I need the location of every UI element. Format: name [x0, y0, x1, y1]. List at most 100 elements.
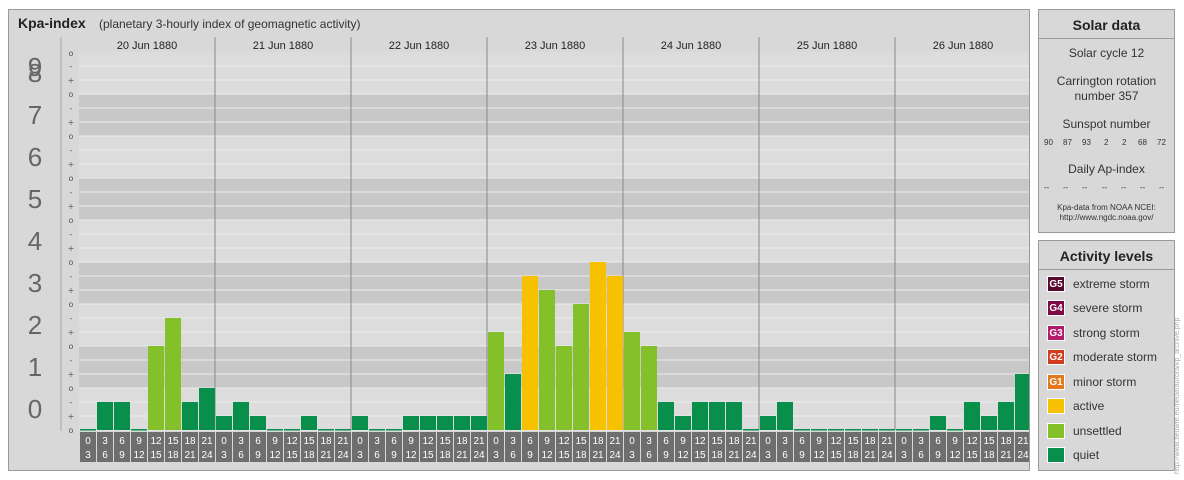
kp-bar [896, 429, 912, 431]
interval-end-label: 24 [745, 450, 757, 461]
solar-data-panel: Solar data Solar cycle 12 Carrington rot… [1038, 9, 1175, 233]
kp-bar [947, 429, 963, 431]
data-source-link[interactable]: http://www.ngdc.noaa.gov/ [1039, 213, 1174, 223]
interval-end-label: 18 [983, 450, 995, 461]
kp-bar [199, 388, 215, 430]
interval-end-label: 3 [357, 450, 363, 461]
interval-start-label: 21 [201, 436, 213, 447]
ap-index-value: -- [1102, 183, 1108, 192]
interval-end-label: 12 [949, 450, 961, 461]
interval-start-label: 18 [864, 436, 876, 447]
kpa-chart: 0123456789o+-o+-o+-o+-o+-o+-o+-o+-o+-o20… [28, 37, 1029, 462]
kpa-chart-panel: Kpa-index (planetary 3-hourly index of g… [8, 9, 1030, 471]
chart-title: Kpa-index [18, 15, 86, 31]
interval-start-label: 0 [493, 436, 499, 447]
kp-sub-tick: o [69, 49, 74, 58]
kp-bar [726, 401, 742, 430]
interval-start-label: 6 [663, 436, 669, 447]
kp-bar [590, 262, 606, 430]
interval-end-label: 3 [629, 450, 635, 461]
kp-bar [369, 429, 385, 431]
interval-end-label: 15 [694, 450, 706, 461]
interval-start-label: 0 [765, 436, 771, 447]
interval-end-label: 24 [881, 450, 893, 461]
legend-label: extreme storm [1073, 277, 1150, 291]
interval-start-label: 3 [510, 436, 516, 447]
ap-index-value: -- [1140, 183, 1146, 192]
kp-bar [216, 416, 232, 430]
kp-sub-tick: o [69, 342, 74, 351]
interval-end-label: 6 [238, 450, 244, 461]
interval-end-label: 15 [150, 450, 162, 461]
kp-bar [318, 429, 334, 431]
interval-end-label: 9 [119, 450, 125, 461]
interval-start-label: 9 [680, 436, 686, 447]
kp-bar [420, 416, 436, 430]
active-swatch [1047, 398, 1065, 414]
legend-label: moderate storm [1073, 350, 1158, 364]
interval-end-label: 12 [405, 450, 417, 461]
solar-cycle: Solar cycle 12 [1068, 46, 1145, 60]
solar-data-title: Solar data [1072, 17, 1141, 33]
interval-end-label: 12 [269, 450, 281, 461]
interval-end-label: 18 [303, 450, 315, 461]
interval-end-label: 24 [1017, 450, 1029, 461]
carrington-rotation-line2: number 357 [1074, 89, 1139, 103]
interval-end-label: 9 [663, 450, 669, 461]
kp-bar [284, 429, 300, 431]
interval-start-label: 12 [966, 436, 978, 447]
interval-end-label: 9 [255, 450, 261, 461]
interval-start-label: 3 [782, 436, 788, 447]
interval-start-label: 0 [85, 436, 91, 447]
y-tick-label: 6 [28, 142, 42, 172]
interval-end-label: 21 [592, 450, 604, 461]
sunspot-value: 2 [1122, 138, 1127, 147]
kp-sub-tick: - [70, 356, 73, 365]
day-label: 24 Jun 1880 [661, 40, 722, 52]
kp-sub-tick: - [70, 314, 73, 323]
day-label: 23 Jun 1880 [525, 40, 586, 52]
kp-bar [471, 416, 487, 430]
day-label: 20 Jun 1880 [117, 40, 178, 52]
interval-start-label: 12 [422, 436, 434, 447]
ap-index-value: -- [1159, 183, 1165, 192]
sunspot-values: 90 87 93 2 2 68 72 [1039, 138, 1176, 150]
kp-sub-tick: o [69, 300, 74, 309]
kp-bar [301, 416, 317, 430]
interval-end-label: 18 [439, 450, 451, 461]
interval-end-label: 3 [221, 450, 227, 461]
kp-sub-tick: - [70, 62, 73, 71]
interval-start-label: 9 [136, 436, 142, 447]
kp-bar [522, 275, 538, 430]
kp-bar [505, 374, 521, 430]
interval-start-label: 15 [439, 436, 451, 447]
kp-sub-tick: - [70, 188, 73, 197]
interval-start-label: 15 [167, 436, 179, 447]
activity-levels-panel: Activity levels G5 extreme storm G4 seve… [1038, 240, 1175, 471]
kp-bar [335, 429, 351, 431]
interval-start-label: 21 [609, 436, 621, 447]
kp-bar [267, 429, 283, 431]
legend-label: unsettled [1073, 424, 1122, 438]
y-tick-label: 1 [28, 352, 42, 382]
kp-band [79, 136, 1029, 178]
interval-end-label: 6 [374, 450, 380, 461]
kp-bar [709, 401, 725, 430]
interval-start-label: 6 [255, 436, 261, 447]
y-tick-label: 3 [28, 268, 42, 298]
ap-index-value: -- [1063, 183, 1069, 192]
ap-index-label: Daily Ap-index [1068, 162, 1145, 176]
sunspot-value: 93 [1082, 138, 1091, 147]
interval-start-label: 9 [272, 436, 278, 447]
interval-end-label: 12 [541, 450, 553, 461]
chart-subtitle: (planetary 3-hourly index of geomagnetic… [99, 17, 361, 31]
y-tick-label: 5 [28, 184, 42, 214]
g1-badge: G1 [1047, 374, 1065, 390]
kp-bar [930, 416, 946, 430]
interval-start-label: 15 [711, 436, 723, 447]
interval-start-label: 3 [374, 436, 380, 447]
kp-bar [879, 429, 895, 431]
interval-end-label: 18 [167, 450, 179, 461]
interval-end-label: 6 [102, 450, 108, 461]
interval-end-label: 21 [864, 450, 876, 461]
